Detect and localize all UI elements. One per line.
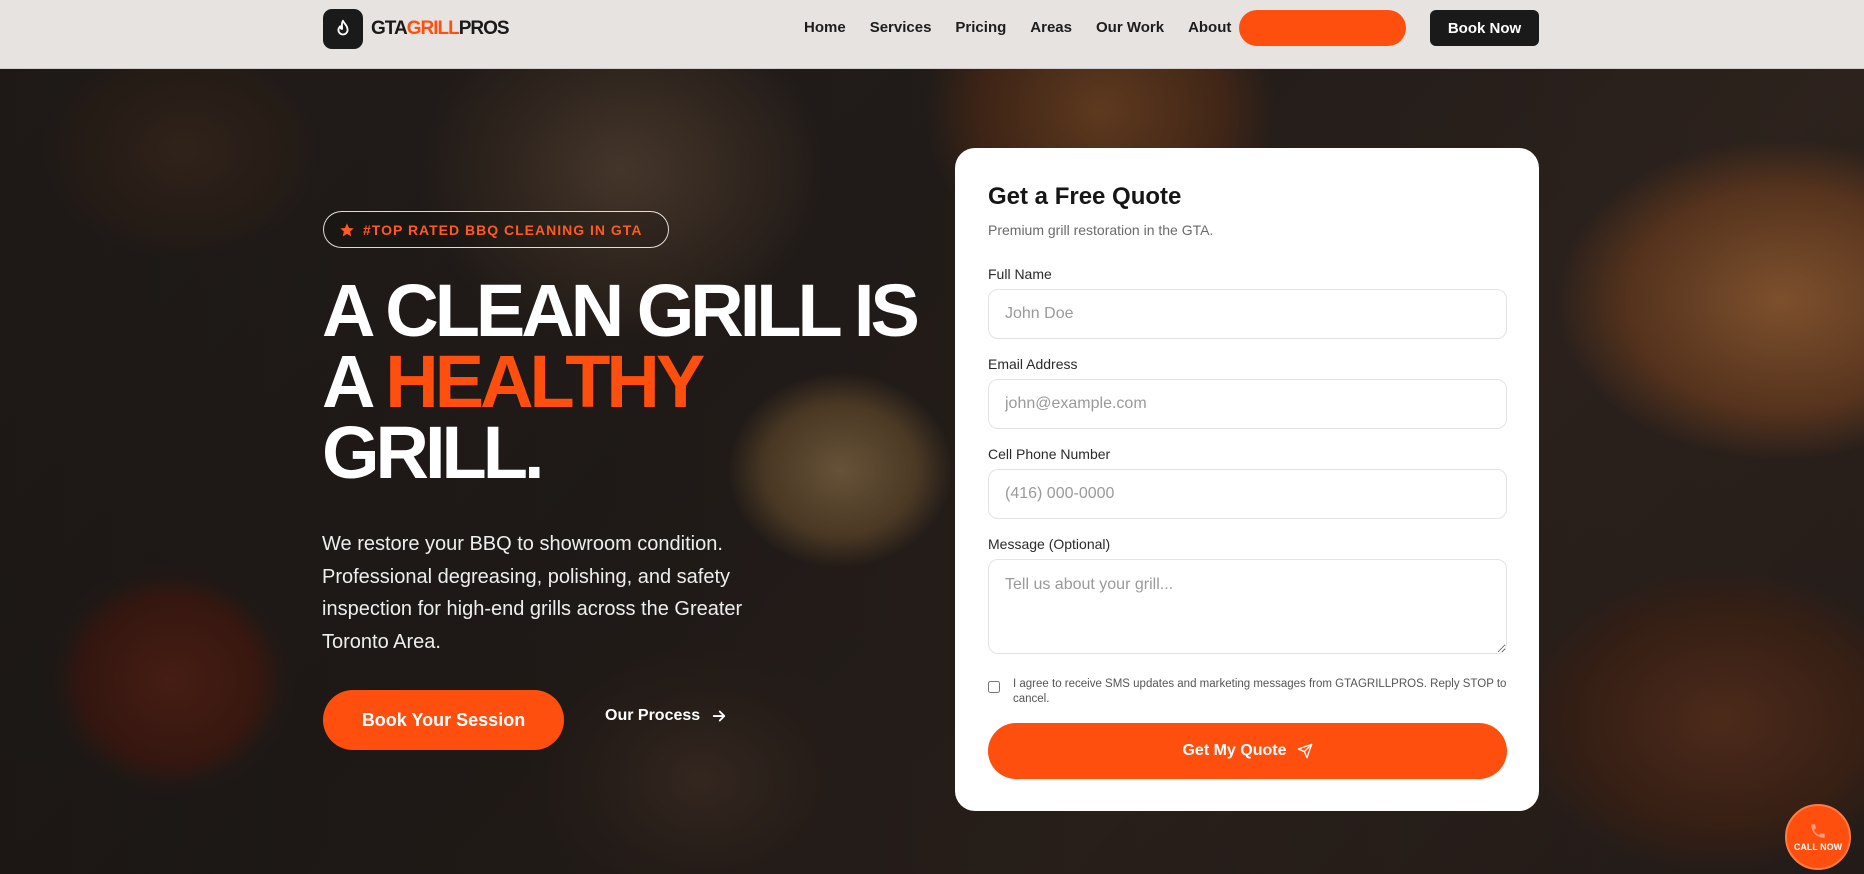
nav-about[interactable]: About xyxy=(1188,18,1231,38)
our-process-link[interactable]: Our Process xyxy=(605,707,728,725)
star-icon xyxy=(340,222,354,236)
full-name-input[interactable] xyxy=(988,289,1507,339)
logo-text: GTAGRILLPROS xyxy=(371,18,510,40)
book-now-button[interactable]: Book Now xyxy=(1430,10,1539,46)
logo[interactable]: GTAGRILLPROS xyxy=(323,9,510,49)
book-session-button[interactable]: Book Your Session xyxy=(323,690,564,750)
sms-consent-checkbox[interactable] xyxy=(988,681,1000,693)
flame-icon xyxy=(323,9,363,49)
nav-services[interactable]: Services xyxy=(870,18,932,38)
call-now-label: CALL NOW xyxy=(1793,842,1843,852)
logo-prefix: GTA xyxy=(371,18,408,39)
quote-form-card: Get a Free Quote Premium grill restorati… xyxy=(955,148,1539,811)
sms-consent-text: I agree to receive SMS updates and marke… xyxy=(1013,678,1507,705)
site-header: GTAGRILLPROS Home Services Pricing Areas… xyxy=(0,0,1864,69)
nav-areas[interactable]: Areas xyxy=(1030,18,1072,38)
phone-label: Cell Phone Number xyxy=(988,446,1111,462)
our-process-label: Our Process xyxy=(605,707,701,724)
phone-input[interactable] xyxy=(988,469,1507,519)
hero-overlay xyxy=(0,0,1864,874)
nav-our-work[interactable]: Our Work xyxy=(1096,18,1164,38)
email-input[interactable] xyxy=(988,379,1507,429)
hero-subtext: We restore your BBQ to showroom conditio… xyxy=(322,533,743,653)
logo-accent: GRILL xyxy=(406,18,460,39)
phone-icon xyxy=(1811,824,1825,838)
logo-suffix: PROS xyxy=(458,18,510,39)
hero-headline: A CLEAN GRILL IS A HEALTHY GRILL. xyxy=(322,274,922,490)
top-rated-badge: #TOP RATED BBQ CLEANING IN GTA xyxy=(323,211,669,248)
get-quote-label: Get My Quote xyxy=(1182,742,1287,759)
full-name-label: Full Name xyxy=(988,266,1052,282)
headline-line-3: GRILL. xyxy=(322,411,545,494)
quote-form-title: Get a Free Quote xyxy=(988,183,1182,210)
call-button[interactable] xyxy=(1239,10,1406,46)
send-icon xyxy=(1297,743,1312,759)
arrow-right-icon xyxy=(712,710,726,722)
get-quote-button[interactable]: Get My Quote xyxy=(988,723,1507,779)
quote-form-subtitle: Premium grill restoration in the GTA. xyxy=(988,222,1214,238)
main-nav: Home Services Pricing Areas Our Work Abo… xyxy=(804,18,1255,38)
message-textarea[interactable] xyxy=(988,559,1507,654)
floating-call-button[interactable]: CALL NOW xyxy=(1785,804,1851,870)
email-label: Email Address xyxy=(988,356,1078,372)
message-label: Message (Optional) xyxy=(988,536,1111,552)
nav-home[interactable]: Home xyxy=(804,18,846,38)
badge-text: #TOP RATED BBQ CLEANING IN GTA xyxy=(363,221,643,238)
nav-pricing[interactable]: Pricing xyxy=(955,18,1006,38)
